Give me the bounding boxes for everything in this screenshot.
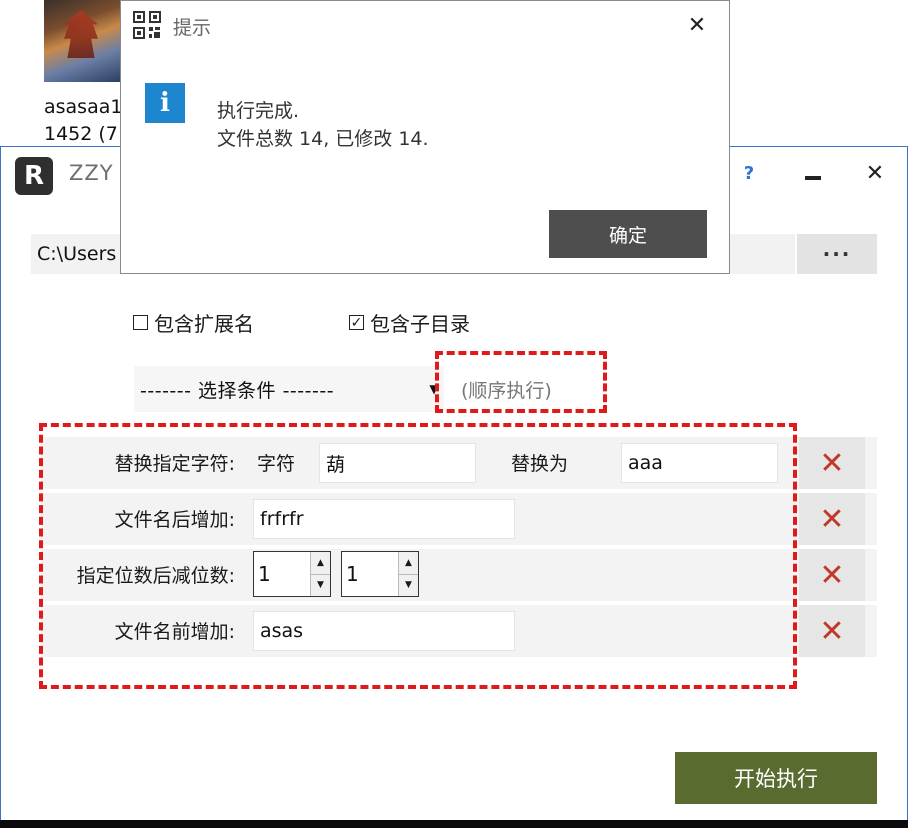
message-dialog: 提示 ✕ i 执行完成. 文件总数 14, 已修改 14. 确定 [120, 0, 730, 274]
delete-rule-button[interactable]: ✕ [799, 493, 865, 545]
info-icon: i [145, 83, 185, 123]
delete-rule-button[interactable]: ✕ [799, 605, 865, 657]
dialog-close-button[interactable]: ✕ [677, 7, 717, 43]
checkbox-unchecked-icon [133, 315, 148, 330]
window-close-button[interactable]: ✕ [853, 155, 897, 191]
desktop-file-thumbnail[interactable] [44, 0, 120, 82]
delete-x-icon: ✕ [819, 613, 845, 649]
include-extension-label: 包含扩展名 [154, 312, 254, 336]
annotation-box-rules [39, 423, 797, 689]
delete-rule-button[interactable]: ✕ [799, 437, 865, 489]
annotation-box-sequence [435, 351, 607, 413]
dialog-title: 提示 [173, 17, 212, 39]
delete-rule-button[interactable]: ✕ [799, 549, 865, 601]
condition-select-value: ------- 选择条件 ------- [140, 379, 335, 402]
minimize-button[interactable] [791, 155, 835, 191]
include-extension-checkbox[interactable]: 包含扩展名 [133, 308, 254, 337]
qr-code-icon [133, 11, 161, 39]
delete-x-icon: ✕ [819, 501, 845, 537]
close-icon: ✕ [865, 160, 885, 186]
delete-x-icon: ✕ [819, 557, 845, 593]
app-logo-icon: R [15, 157, 53, 195]
include-subdirectory-checkbox[interactable]: ✓ 包含子目录 [349, 308, 470, 337]
minimize-icon [805, 176, 821, 180]
desktop-file-size: 1452 (7 [44, 123, 118, 145]
dialog-titlebar [121, 1, 729, 49]
delete-x-icon: ✕ [819, 445, 845, 481]
ok-button[interactable]: 确定 [549, 210, 707, 258]
condition-select[interactable]: ------- 选择条件 ------- ▼ [134, 366, 444, 412]
desktop-file-name: asasaa1 [44, 96, 123, 118]
help-icon: ? [743, 162, 755, 184]
help-button[interactable]: ? [727, 155, 771, 191]
window-title: ZZY [69, 161, 114, 185]
include-subdirectory-label: 包含子目录 [370, 312, 470, 336]
more-icon: ··· [822, 242, 852, 266]
start-button[interactable]: 开始执行 [675, 752, 877, 804]
browse-button[interactable]: ··· [797, 234, 877, 274]
close-icon: ✕ [687, 12, 707, 38]
taskbar-edge [0, 820, 908, 828]
dialog-message-line2: 文件总数 14, 已修改 14. [217, 128, 429, 150]
dialog-message-line1: 执行完成. [217, 100, 300, 122]
checkbox-checked-icon: ✓ [349, 314, 364, 331]
